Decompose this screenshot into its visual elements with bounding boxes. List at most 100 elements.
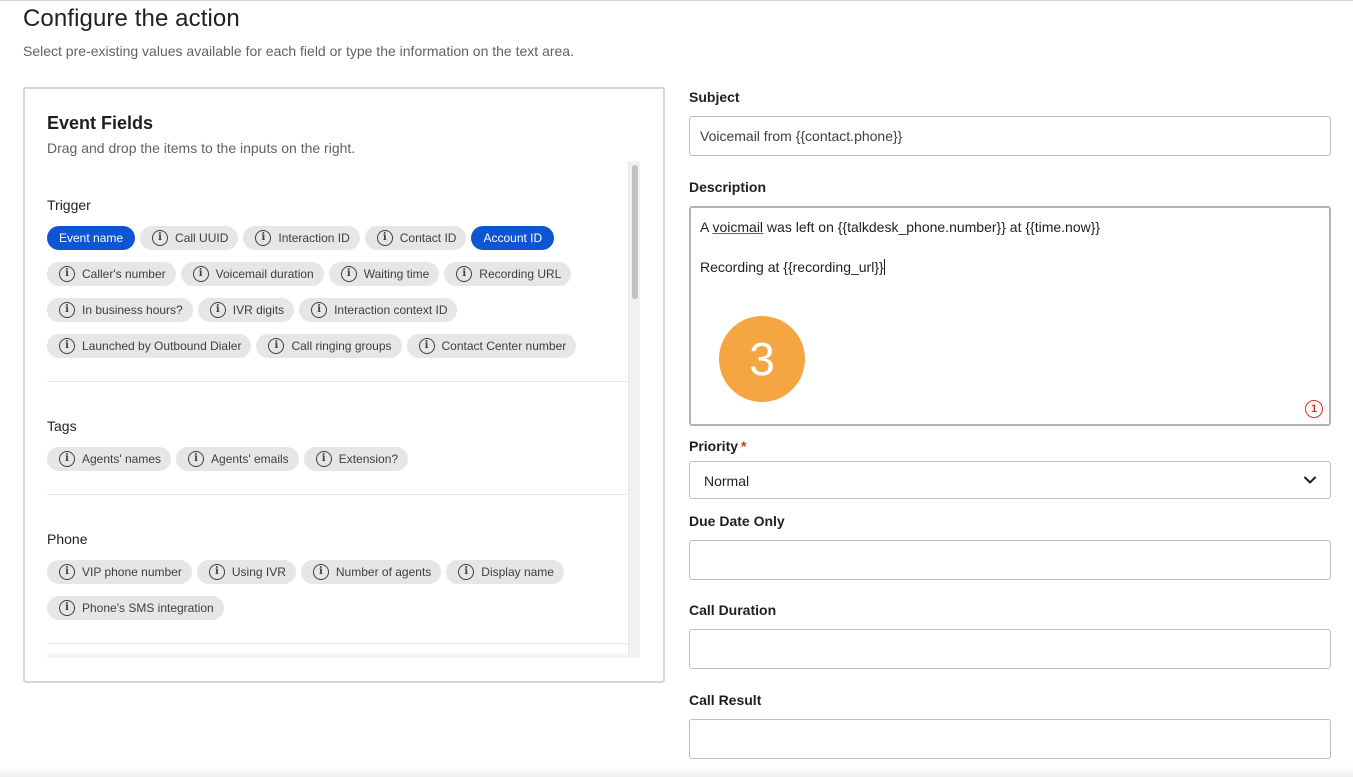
field-chip[interactable]: i Number of agents — [300, 560, 442, 584]
field-chip[interactable]: i Waiting time — [328, 262, 440, 286]
field-chip-label: Caller's number — [82, 267, 166, 281]
field-chip-label: Interaction context ID — [334, 303, 448, 317]
call-result-input[interactable] — [689, 719, 1331, 759]
field-chip-label: Agents' emails — [211, 452, 289, 466]
top-border — [0, 0, 1353, 1]
field-chip[interactable]: i Call ringing groups — [256, 334, 402, 358]
call-duration-input[interactable] — [689, 629, 1331, 669]
info-icon[interactable]: i — [59, 600, 75, 616]
field-chip[interactable]: i Agents' emails — [176, 447, 299, 471]
field-chip[interactable]: i VIP phone number — [47, 560, 192, 584]
text-caret — [883, 259, 885, 275]
info-icon[interactable]: i — [458, 564, 475, 580]
subject-input[interactable] — [689, 116, 1331, 156]
field-chip-label: Account ID — [483, 231, 543, 245]
field-chip[interactable]: i Recording URL — [444, 262, 572, 286]
scrollbar[interactable] — [628, 161, 640, 658]
required-marker: * — [741, 438, 747, 454]
field-chip[interactable]: i Display name — [446, 560, 564, 584]
field-group-title: Trigger — [47, 197, 91, 213]
field-chip-label: Call UUID — [175, 231, 229, 245]
misspelled-word: voicmail — [712, 219, 764, 235]
scroll-fade — [47, 652, 627, 658]
step-badge: 3 — [719, 316, 805, 402]
field-chip-label: Using IVR — [231, 565, 286, 579]
info-icon[interactable]: i — [59, 451, 75, 467]
info-icon[interactable]: i — [311, 302, 328, 318]
info-icon[interactable]: i — [59, 564, 75, 580]
info-icon[interactable]: i — [456, 266, 473, 282]
field-chip-label: IVR digits — [232, 303, 285, 317]
info-icon[interactable]: i — [209, 302, 226, 318]
field-chip[interactable]: i In business hours? — [47, 298, 193, 322]
call-duration-label: Call Duration — [689, 602, 777, 618]
info-icon[interactable]: i — [59, 302, 75, 318]
field-chip-label: Launched by Outbound Dialer — [82, 339, 242, 353]
field-chip[interactable]: i IVR digits — [197, 298, 295, 322]
field-chip-label: VIP phone number — [82, 565, 182, 579]
info-icon[interactable]: i — [255, 230, 272, 246]
field-group-phone: Phone i VIP phone number i Using IVR i Number … — [47, 531, 627, 644]
priority-select[interactable]: Normal — [689, 461, 1331, 499]
scrollbar-thumb[interactable] — [632, 165, 638, 299]
info-icon[interactable]: i — [340, 266, 357, 282]
info-icon[interactable]: i — [188, 451, 205, 467]
group-divider — [47, 643, 627, 644]
info-icon[interactable]: i — [59, 266, 75, 282]
field-group-title: Phone — [47, 531, 88, 547]
field-chip[interactable]: i Using IVR — [196, 560, 296, 584]
field-chip-list: i VIP phone number i Using IVR i Number of ag… — [47, 560, 607, 620]
field-chip[interactable]: i Call UUID — [140, 226, 239, 250]
field-chip-list: i Agents' names i Agents' emails i Extension? — [47, 447, 607, 471]
description-line-1: A voicmail was left on {{talkdesk_phone.… — [700, 219, 1100, 235]
info-icon[interactable]: i — [268, 338, 285, 354]
event-fields-subtitle: Drag and drop the items to the inputs on… — [47, 140, 356, 156]
info-icon[interactable]: i — [312, 564, 329, 580]
field-chip[interactable]: i Interaction context ID — [299, 298, 458, 322]
info-icon[interactable]: i — [376, 230, 393, 246]
field-chip[interactable]: i Caller's number — [47, 262, 176, 286]
due-date-input[interactable] — [689, 540, 1331, 580]
field-chip-label: Interaction ID — [278, 231, 350, 245]
description-textarea[interactable]: A voicmail was left on {{talkdesk_phone.… — [689, 206, 1331, 426]
event-fields-panel: Event Fields Drag and drop the items to … — [23, 87, 665, 683]
field-chip-label: Extension? — [338, 452, 399, 466]
field-chip[interactable]: Event name — [47, 226, 136, 250]
event-fields-title: Event Fields — [47, 113, 154, 133]
description-label: Description — [689, 179, 767, 195]
field-chip[interactable]: i Interaction ID — [243, 226, 360, 250]
field-chip[interactable]: i Contact ID — [364, 226, 467, 250]
field-chip-label: Agents' names — [82, 452, 162, 466]
spelling-error-count-icon[interactable]: 1 — [1305, 400, 1323, 418]
field-chip[interactable]: i Launched by Outbound Dialer — [47, 334, 252, 358]
field-chip-label: Event name — [59, 231, 124, 245]
field-chip-label: Voicemail duration — [215, 267, 314, 281]
field-chip[interactable]: i Phone's SMS integration — [47, 596, 224, 620]
info-icon[interactable]: i — [59, 338, 75, 354]
field-chip-label: In business hours? — [82, 303, 183, 317]
field-chip-label: Contact Center number — [441, 339, 567, 353]
description-text: was left on {{talkdesk_phone.number}} at… — [763, 219, 1101, 235]
field-chip[interactable]: i Agents' names — [47, 447, 172, 471]
info-icon[interactable]: i — [315, 451, 332, 467]
field-chip[interactable]: Account ID — [471, 226, 555, 250]
field-chip-list: Event name i Call UUID i Interaction ID i Cont… — [47, 226, 607, 358]
event-fields-list[interactable]: Trigger Event name i Call UUID i Interaction … — [47, 161, 627, 658]
description-line-2: Recording at {{recording_url}} — [700, 259, 885, 275]
info-icon[interactable]: i — [418, 338, 435, 354]
priority-label-text: Priority — [689, 438, 739, 454]
field-chip-label: Recording URL — [479, 267, 562, 281]
field-chip[interactable]: i Voicemail duration — [180, 262, 324, 286]
field-chip[interactable]: i Contact Center number — [406, 334, 577, 358]
call-result-label: Call Result — [689, 692, 762, 708]
info-icon[interactable]: i — [152, 230, 169, 246]
info-icon[interactable]: i — [192, 266, 209, 282]
page-subtitle: Select pre-existing values available for… — [23, 43, 574, 59]
field-group-tags: Tags i Agents' names i Agents' emails i Extens… — [47, 418, 627, 495]
group-divider — [47, 494, 627, 495]
info-icon[interactable]: i — [208, 564, 225, 580]
priority-label: Priority * — [689, 438, 746, 454]
field-chip-label: Phone's SMS integration — [82, 601, 214, 615]
chevron-down-icon — [1304, 476, 1316, 484]
field-chip[interactable]: i Extension? — [303, 447, 409, 471]
